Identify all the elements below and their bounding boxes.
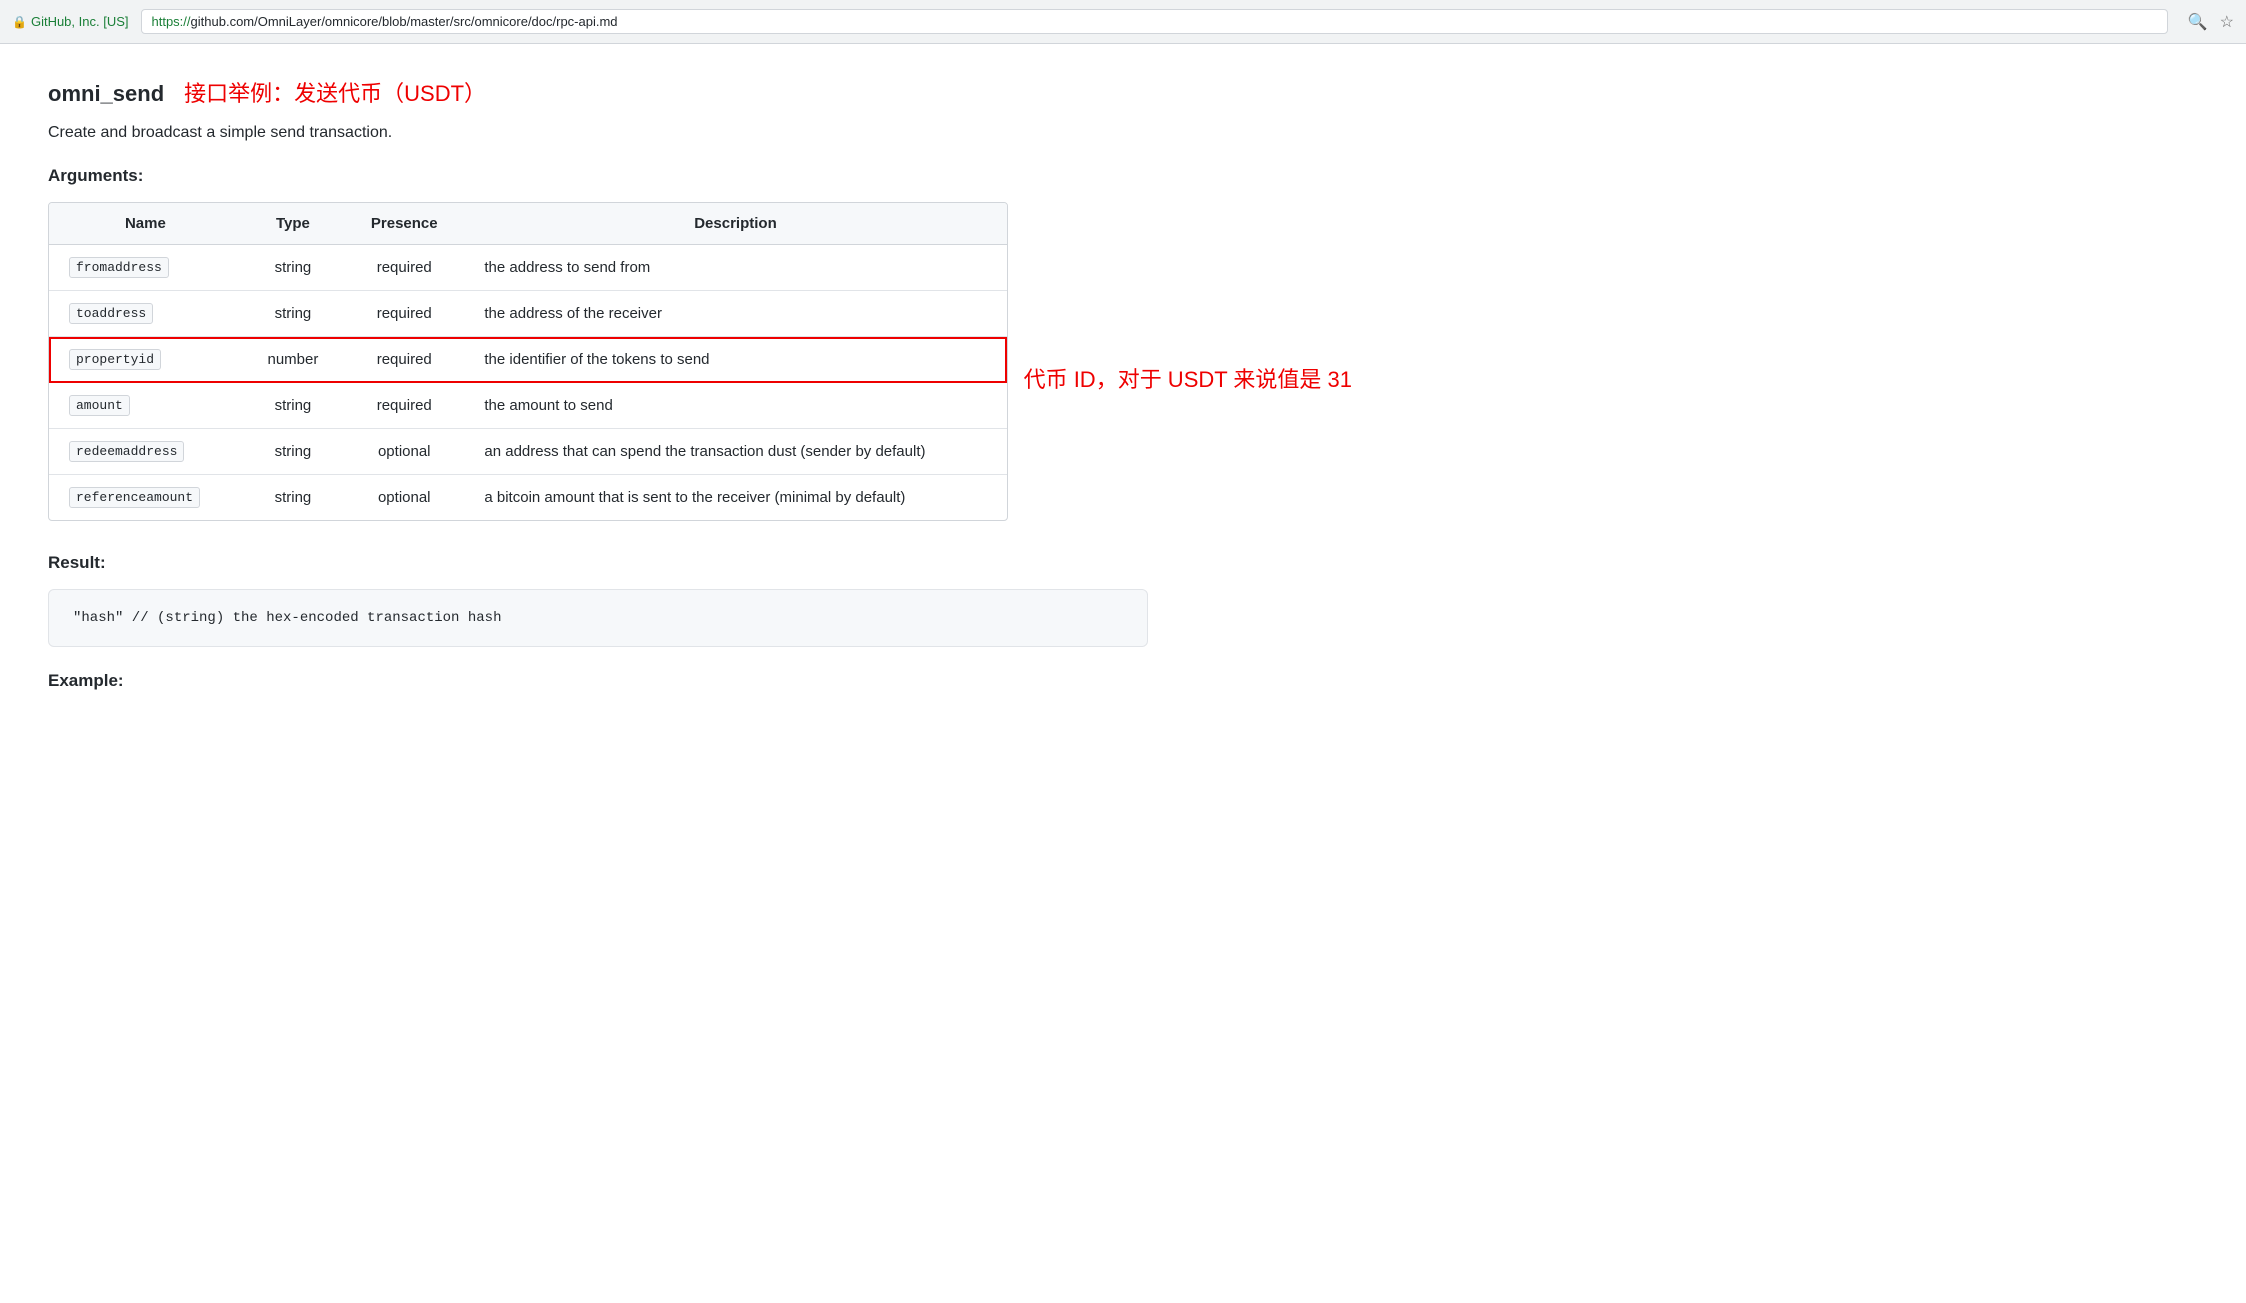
param-name-referenceamount: referenceamount	[69, 487, 200, 508]
table-row: amount stringrequiredthe amount to send	[49, 383, 1007, 429]
table-row: fromaddress stringrequiredthe address to …	[49, 245, 1007, 291]
param-presence-toaddress: required	[344, 291, 464, 337]
page-content: omni_send 接口举例：发送代币（USDT） Create and bro…	[0, 44, 1400, 739]
result-code: "hash" // (string) the hex-encoded trans…	[73, 610, 501, 626]
result-section: Result: "hash" // (string) the hex-encod…	[48, 553, 1352, 647]
arguments-table: Name Type Presence Description fromaddre…	[49, 203, 1007, 520]
param-type-propertyid: number	[242, 337, 344, 383]
param-description-referenceamount: a bitcoin amount that is sent to the rec…	[464, 475, 1006, 521]
api-name: omni_send	[48, 81, 164, 107]
param-name-propertyid: propertyid	[69, 349, 161, 370]
param-presence-amount: required	[344, 383, 464, 429]
url-full: github.com/OmniLayer/omnicore/blob/maste…	[191, 14, 618, 29]
example-section: Example:	[48, 671, 1352, 691]
col-header-name: Name	[49, 203, 242, 245]
param-name-toaddress: toaddress	[69, 303, 153, 324]
param-name-fromaddress: fromaddress	[69, 257, 169, 278]
arguments-label: Arguments:	[48, 166, 1352, 186]
browser-chrome: 🔒 GitHub, Inc. [US] https://github.com/O…	[0, 0, 2246, 44]
url-https: https://	[152, 14, 191, 29]
example-label: Example:	[48, 671, 1352, 691]
param-description-amount: the amount to send	[464, 383, 1006, 429]
security-label: GitHub, Inc. [US]	[31, 14, 129, 29]
param-type-redeemaddress: string	[242, 429, 344, 475]
param-presence-propertyid: required	[344, 337, 464, 383]
table-row: toaddress stringrequiredthe address of th…	[49, 291, 1007, 337]
table-row: redeemaddress stringoptionalan address th…	[49, 429, 1007, 475]
table-annotation-wrapper: Name Type Presence Description fromaddre…	[48, 202, 1352, 553]
col-header-description: Description	[464, 203, 1006, 245]
lock-icon: 🔒	[12, 15, 27, 29]
param-type-amount: string	[242, 383, 344, 429]
param-name-redeemaddress: redeemaddress	[69, 441, 184, 462]
param-description-toaddress: the address of the receiver	[464, 291, 1006, 337]
api-subtitle: 接口举例：发送代币（USDT）	[184, 76, 486, 108]
table-row: propertyid numberrequiredthe identifier o…	[49, 337, 1007, 383]
param-presence-redeemaddress: optional	[344, 429, 464, 475]
param-type-fromaddress: string	[242, 245, 344, 291]
param-name-amount: amount	[69, 395, 130, 416]
url-bar[interactable]: https://github.com/OmniLayer/omnicore/bl…	[141, 9, 2168, 34]
api-description: Create and broadcast a simple send trans…	[48, 124, 1352, 142]
param-presence-fromaddress: required	[344, 245, 464, 291]
table-row: referenceamount stringoptionala bitcoin a…	[49, 475, 1007, 521]
param-type-referenceamount: string	[242, 475, 344, 521]
propertyid-annotation: 代币 ID，对于 USDT 来说值是 31	[1008, 362, 1352, 394]
star-icon[interactable]: ☆	[2220, 12, 2234, 32]
col-header-type: Type	[242, 203, 344, 245]
security-badge: 🔒 GitHub, Inc. [US]	[12, 14, 129, 29]
title-section: omni_send 接口举例：发送代币（USDT）	[48, 76, 1352, 108]
param-description-propertyid: the identifier of the tokens to send	[464, 337, 1006, 383]
param-type-toaddress: string	[242, 291, 344, 337]
url-actions: 🔍 ☆	[2188, 12, 2234, 32]
arguments-table-wrapper: Name Type Presence Description fromaddre…	[48, 202, 1008, 521]
table-header-row: Name Type Presence Description	[49, 203, 1007, 245]
result-label: Result:	[48, 553, 1352, 573]
col-header-presence: Presence	[344, 203, 464, 245]
param-presence-referenceamount: optional	[344, 475, 464, 521]
param-description-fromaddress: the address to send from	[464, 245, 1006, 291]
result-code-block: "hash" // (string) the hex-encoded trans…	[48, 589, 1148, 647]
param-description-redeemaddress: an address that can spend the transactio…	[464, 429, 1006, 475]
search-icon[interactable]: 🔍	[2188, 12, 2208, 32]
